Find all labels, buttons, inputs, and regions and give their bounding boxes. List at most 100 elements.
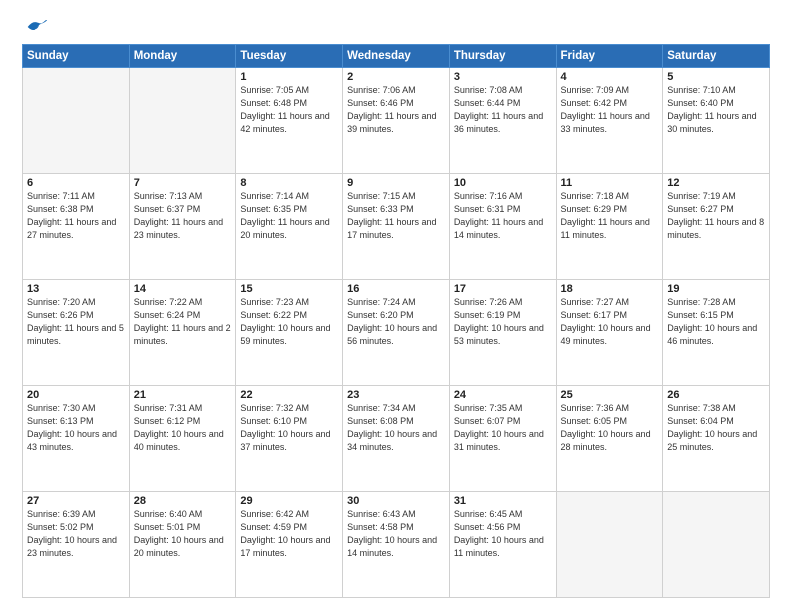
- calendar-cell: 4Sunrise: 7:09 AM Sunset: 6:42 PM Daylig…: [556, 68, 663, 174]
- day-number: 22: [240, 389, 338, 401]
- day-number: 9: [347, 177, 445, 189]
- day-number: 28: [134, 495, 232, 507]
- day-number: 20: [27, 389, 125, 401]
- calendar-cell: 30Sunrise: 6:43 AM Sunset: 4:58 PM Dayli…: [343, 492, 450, 598]
- day-info: Sunrise: 7:36 AM Sunset: 6:05 PM Dayligh…: [561, 402, 659, 454]
- day-number: 29: [240, 495, 338, 507]
- calendar-cell: 27Sunrise: 6:39 AM Sunset: 5:02 PM Dayli…: [23, 492, 130, 598]
- day-number: 14: [134, 283, 232, 295]
- calendar-cell: 8Sunrise: 7:14 AM Sunset: 6:35 PM Daylig…: [236, 174, 343, 280]
- day-info: Sunrise: 7:38 AM Sunset: 6:04 PM Dayligh…: [667, 402, 765, 454]
- day-number: 13: [27, 283, 125, 295]
- day-number: 23: [347, 389, 445, 401]
- day-info: Sunrise: 7:26 AM Sunset: 6:19 PM Dayligh…: [454, 296, 552, 348]
- calendar-cell: 3Sunrise: 7:08 AM Sunset: 6:44 PM Daylig…: [449, 68, 556, 174]
- calendar-cell: 7Sunrise: 7:13 AM Sunset: 6:37 PM Daylig…: [129, 174, 236, 280]
- day-info: Sunrise: 7:15 AM Sunset: 6:33 PM Dayligh…: [347, 190, 445, 242]
- calendar-cell: 5Sunrise: 7:10 AM Sunset: 6:40 PM Daylig…: [663, 68, 770, 174]
- calendar-cell: 31Sunrise: 6:45 AM Sunset: 4:56 PM Dayli…: [449, 492, 556, 598]
- weekday-header-tuesday: Tuesday: [236, 45, 343, 68]
- day-number: 26: [667, 389, 765, 401]
- day-number: 16: [347, 283, 445, 295]
- calendar-cell: 11Sunrise: 7:18 AM Sunset: 6:29 PM Dayli…: [556, 174, 663, 280]
- weekday-header-monday: Monday: [129, 45, 236, 68]
- weekday-header-row: SundayMondayTuesdayWednesdayThursdayFrid…: [23, 45, 770, 68]
- day-number: 25: [561, 389, 659, 401]
- day-number: 30: [347, 495, 445, 507]
- calendar-cell: 19Sunrise: 7:28 AM Sunset: 6:15 PM Dayli…: [663, 280, 770, 386]
- day-info: Sunrise: 7:14 AM Sunset: 6:35 PM Dayligh…: [240, 190, 338, 242]
- calendar-cell: 24Sunrise: 7:35 AM Sunset: 6:07 PM Dayli…: [449, 386, 556, 492]
- day-info: Sunrise: 7:23 AM Sunset: 6:22 PM Dayligh…: [240, 296, 338, 348]
- day-number: 2: [347, 71, 445, 83]
- day-number: 19: [667, 283, 765, 295]
- header: [22, 18, 770, 36]
- day-info: Sunrise: 7:19 AM Sunset: 6:27 PM Dayligh…: [667, 190, 765, 242]
- calendar-cell: 26Sunrise: 7:38 AM Sunset: 6:04 PM Dayli…: [663, 386, 770, 492]
- day-info: Sunrise: 7:24 AM Sunset: 6:20 PM Dayligh…: [347, 296, 445, 348]
- day-number: 6: [27, 177, 125, 189]
- calendar-cell: 14Sunrise: 7:22 AM Sunset: 6:24 PM Dayli…: [129, 280, 236, 386]
- day-info: Sunrise: 7:09 AM Sunset: 6:42 PM Dayligh…: [561, 84, 659, 136]
- day-number: 27: [27, 495, 125, 507]
- day-number: 10: [454, 177, 552, 189]
- calendar-cell: [663, 492, 770, 598]
- day-number: 31: [454, 495, 552, 507]
- day-info: Sunrise: 7:05 AM Sunset: 6:48 PM Dayligh…: [240, 84, 338, 136]
- day-number: 4: [561, 71, 659, 83]
- day-info: Sunrise: 6:39 AM Sunset: 5:02 PM Dayligh…: [27, 508, 125, 560]
- logo-bird-icon: [26, 18, 48, 36]
- calendar-cell: 20Sunrise: 7:30 AM Sunset: 6:13 PM Dayli…: [23, 386, 130, 492]
- day-number: 3: [454, 71, 552, 83]
- calendar-week-row: 6Sunrise: 7:11 AM Sunset: 6:38 PM Daylig…: [23, 174, 770, 280]
- day-info: Sunrise: 7:30 AM Sunset: 6:13 PM Dayligh…: [27, 402, 125, 454]
- day-number: 17: [454, 283, 552, 295]
- day-info: Sunrise: 6:43 AM Sunset: 4:58 PM Dayligh…: [347, 508, 445, 560]
- calendar-cell: 25Sunrise: 7:36 AM Sunset: 6:05 PM Dayli…: [556, 386, 663, 492]
- calendar-cell: 9Sunrise: 7:15 AM Sunset: 6:33 PM Daylig…: [343, 174, 450, 280]
- calendar-cell: 1Sunrise: 7:05 AM Sunset: 6:48 PM Daylig…: [236, 68, 343, 174]
- calendar-cell: [129, 68, 236, 174]
- day-info: Sunrise: 7:11 AM Sunset: 6:38 PM Dayligh…: [27, 190, 125, 242]
- day-number: 18: [561, 283, 659, 295]
- day-info: Sunrise: 7:16 AM Sunset: 6:31 PM Dayligh…: [454, 190, 552, 242]
- weekday-header-friday: Friday: [556, 45, 663, 68]
- day-info: Sunrise: 7:13 AM Sunset: 6:37 PM Dayligh…: [134, 190, 232, 242]
- day-info: Sunrise: 7:08 AM Sunset: 6:44 PM Dayligh…: [454, 84, 552, 136]
- weekday-header-wednesday: Wednesday: [343, 45, 450, 68]
- calendar-cell: 13Sunrise: 7:20 AM Sunset: 6:26 PM Dayli…: [23, 280, 130, 386]
- day-number: 21: [134, 389, 232, 401]
- day-number: 7: [134, 177, 232, 189]
- calendar-cell: 29Sunrise: 6:42 AM Sunset: 4:59 PM Dayli…: [236, 492, 343, 598]
- day-number: 1: [240, 71, 338, 83]
- day-info: Sunrise: 7:32 AM Sunset: 6:10 PM Dayligh…: [240, 402, 338, 454]
- day-number: 24: [454, 389, 552, 401]
- day-number: 5: [667, 71, 765, 83]
- calendar-week-row: 27Sunrise: 6:39 AM Sunset: 5:02 PM Dayli…: [23, 492, 770, 598]
- calendar-cell: [23, 68, 130, 174]
- calendar-cell: 21Sunrise: 7:31 AM Sunset: 6:12 PM Dayli…: [129, 386, 236, 492]
- calendar-cell: 15Sunrise: 7:23 AM Sunset: 6:22 PM Dayli…: [236, 280, 343, 386]
- calendar-week-row: 20Sunrise: 7:30 AM Sunset: 6:13 PM Dayli…: [23, 386, 770, 492]
- calendar-cell: 10Sunrise: 7:16 AM Sunset: 6:31 PM Dayli…: [449, 174, 556, 280]
- day-number: 12: [667, 177, 765, 189]
- day-info: Sunrise: 7:22 AM Sunset: 6:24 PM Dayligh…: [134, 296, 232, 348]
- calendar-cell: 12Sunrise: 7:19 AM Sunset: 6:27 PM Dayli…: [663, 174, 770, 280]
- weekday-header-sunday: Sunday: [23, 45, 130, 68]
- calendar-cell: 23Sunrise: 7:34 AM Sunset: 6:08 PM Dayli…: [343, 386, 450, 492]
- day-number: 8: [240, 177, 338, 189]
- day-info: Sunrise: 6:40 AM Sunset: 5:01 PM Dayligh…: [134, 508, 232, 560]
- day-number: 11: [561, 177, 659, 189]
- day-info: Sunrise: 7:31 AM Sunset: 6:12 PM Dayligh…: [134, 402, 232, 454]
- day-info: Sunrise: 7:18 AM Sunset: 6:29 PM Dayligh…: [561, 190, 659, 242]
- calendar-week-row: 13Sunrise: 7:20 AM Sunset: 6:26 PM Dayli…: [23, 280, 770, 386]
- calendar-cell: 22Sunrise: 7:32 AM Sunset: 6:10 PM Dayli…: [236, 386, 343, 492]
- day-info: Sunrise: 7:20 AM Sunset: 6:26 PM Dayligh…: [27, 296, 125, 348]
- calendar-cell: 6Sunrise: 7:11 AM Sunset: 6:38 PM Daylig…: [23, 174, 130, 280]
- day-info: Sunrise: 7:06 AM Sunset: 6:46 PM Dayligh…: [347, 84, 445, 136]
- day-info: Sunrise: 7:34 AM Sunset: 6:08 PM Dayligh…: [347, 402, 445, 454]
- calendar-cell: 16Sunrise: 7:24 AM Sunset: 6:20 PM Dayli…: [343, 280, 450, 386]
- page: SundayMondayTuesdayWednesdayThursdayFrid…: [0, 0, 792, 612]
- day-info: Sunrise: 6:42 AM Sunset: 4:59 PM Dayligh…: [240, 508, 338, 560]
- day-info: Sunrise: 7:27 AM Sunset: 6:17 PM Dayligh…: [561, 296, 659, 348]
